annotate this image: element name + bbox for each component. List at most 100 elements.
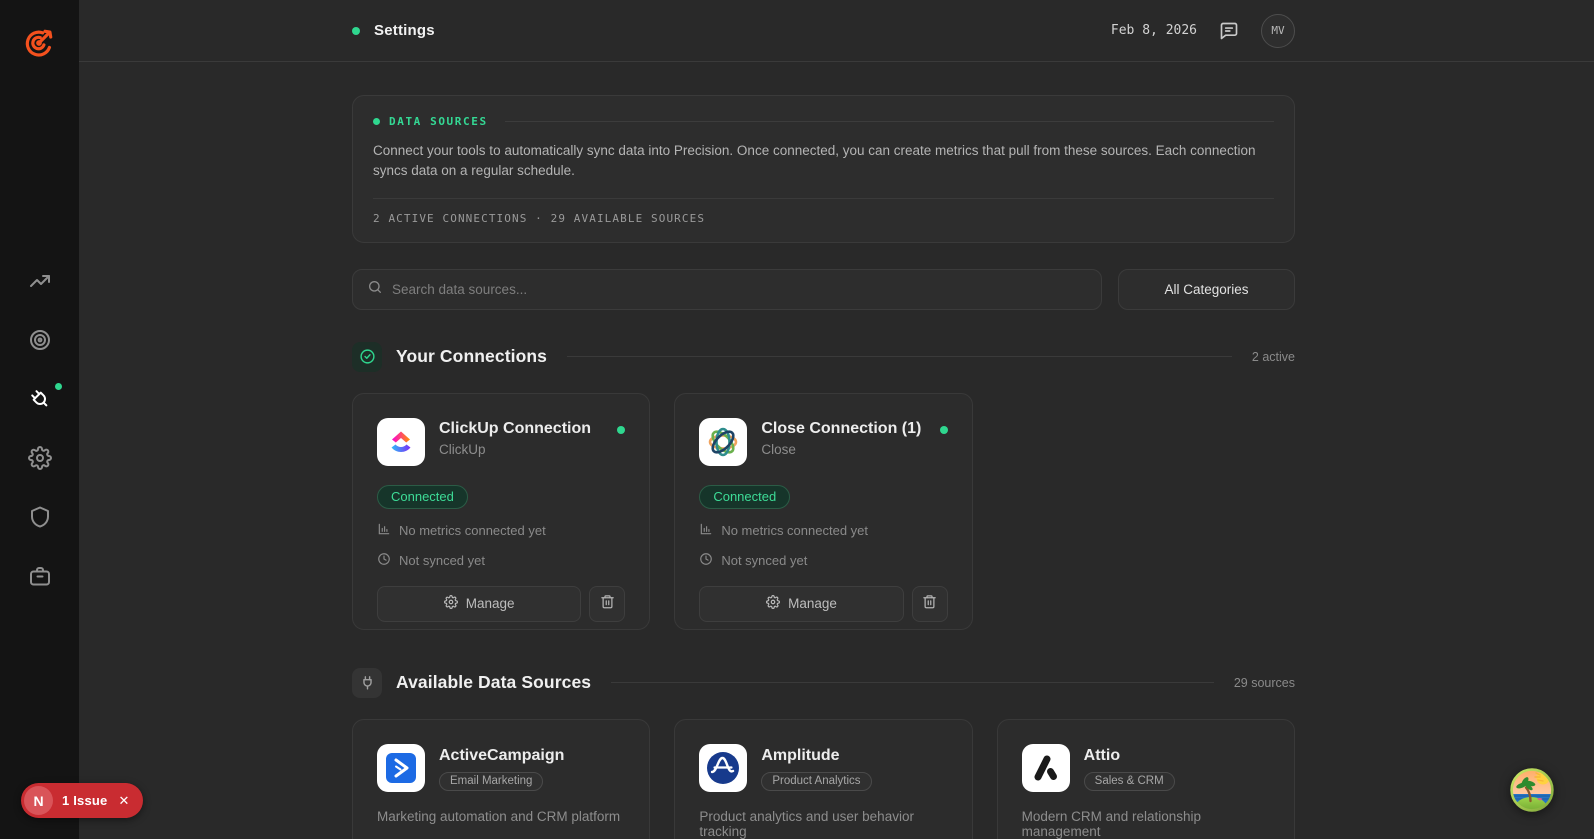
metrics-text: No metrics connected yet (399, 522, 546, 538)
category-filter-button[interactable]: All Categories (1118, 268, 1295, 310)
dev-issues-badge[interactable]: N 1 Issue ✕ (21, 783, 144, 818)
category-badge: Product Analytics (761, 771, 872, 791)
plug-icon (352, 667, 382, 698)
manage-button[interactable]: Manage (377, 585, 582, 622)
activecampaign-logo-icon (377, 743, 425, 792)
comment-icon[interactable] (1219, 21, 1239, 41)
section-title: Your Connections (396, 346, 547, 366)
panel-status-dot (373, 118, 380, 125)
divider (373, 197, 1274, 199)
island-widget-button[interactable] (1510, 768, 1554, 812)
close-crm-logo-icon (699, 417, 748, 466)
connection-name: ClickUp Connection (439, 419, 592, 437)
target-icon (28, 330, 52, 356)
sync-row: Not synced yet (377, 552, 625, 569)
source-description: Marketing automation and CRM platform (377, 808, 621, 824)
clock-icon (377, 552, 391, 569)
page-status-dot (352, 26, 360, 35)
nextjs-logo-icon: N (24, 786, 53, 815)
source-description: Product analytics and user behavior trac… (699, 808, 914, 839)
empty-grid-cell (997, 393, 1295, 630)
source-name: Amplitude (761, 746, 840, 764)
briefcase-icon (28, 567, 52, 592)
manage-label: Manage (788, 596, 837, 611)
sidebar-item-security[interactable] (28, 505, 52, 529)
source-name: ActiveCampaign (439, 746, 565, 764)
sidebar (0, 0, 79, 839)
trash-icon (922, 594, 937, 614)
trash-icon (600, 594, 615, 614)
page-title: Settings (374, 22, 435, 39)
sidebar-nav (0, 269, 79, 588)
source-card-attio[interactable]: Attio Sales & CRM Modern CRM and relatio… (996, 718, 1295, 839)
active-status-dot (54, 383, 62, 390)
sync-text: Not synced yet (721, 552, 808, 568)
sidebar-item-trending[interactable] (28, 269, 52, 293)
close-icon[interactable]: ✕ (119, 793, 130, 809)
manage-label: Manage (465, 596, 515, 611)
app-logo-target-dart-icon[interactable] (20, 24, 58, 62)
search-icon (367, 279, 383, 300)
metrics-row: No metrics connected yet (699, 522, 947, 539)
avatar[interactable]: MV (1261, 13, 1295, 48)
issue-count-label: 1 Issue (62, 793, 108, 808)
connected-status-dot (939, 425, 948, 434)
main-content: DATA SOURCES Connect your tools to autom… (79, 62, 1594, 839)
available-sources-header: Available Data Sources 29 sources (352, 667, 1295, 698)
category-badge: Sales & CRM (1083, 771, 1175, 791)
bar-chart-icon (377, 522, 391, 539)
panel-stats: 2 ACTIVE CONNECTIONS · 29 AVAILABLE SOUR… (373, 211, 706, 225)
sidebar-item-workspace[interactable] (28, 564, 52, 588)
trending-up-icon (28, 275, 52, 297)
search-row: All Categories (352, 268, 1295, 310)
connection-card-clickup: ClickUp Connection ClickUp Connected No … (352, 392, 651, 630)
manage-button[interactable]: Manage (699, 585, 904, 622)
amplitude-logo-icon (699, 743, 748, 792)
clock-icon (699, 552, 713, 569)
available-sources-grid: ActiveCampaign Email Marketing Marketing… (352, 718, 1295, 839)
sources-count: 29 sources (1233, 675, 1295, 690)
desert-island-icon (1510, 768, 1554, 812)
section-title: Available Data Sources (396, 672, 592, 692)
source-description: Modern CRM and relationship management (1021, 808, 1201, 839)
connection-card-close: Close Connection (1) Close Connected No … (674, 392, 973, 630)
metrics-row: No metrics connected yet (377, 522, 625, 539)
delete-connection-button[interactable] (589, 585, 626, 622)
data-sources-panel: DATA SOURCES Connect your tools to autom… (352, 95, 1295, 243)
source-card-amplitude[interactable]: Amplitude Product Analytics Product anal… (674, 718, 973, 839)
connection-name: Close Connection (1) (761, 419, 922, 437)
plug-icon (28, 390, 52, 415)
divider (504, 121, 1274, 122)
header-date: Feb 8, 2026 (1110, 23, 1197, 38)
search-input[interactable] (392, 281, 1087, 297)
connections-count: 2 active (1251, 349, 1295, 364)
status-badge: Connected (699, 484, 791, 509)
metrics-text: No metrics connected yet (721, 522, 869, 538)
divider (611, 682, 1214, 683)
sync-row: Not synced yet (699, 552, 947, 569)
attio-logo-icon (1021, 743, 1070, 792)
gear-icon (766, 595, 781, 612)
top-header: Settings Feb 8, 2026 MV (79, 0, 1594, 62)
check-circle-icon (352, 341, 382, 372)
search-box[interactable] (352, 268, 1102, 310)
shield-icon (28, 506, 52, 533)
sidebar-item-connections[interactable] (28, 383, 62, 411)
status-badge: Connected (377, 484, 468, 509)
sidebar-item-targets[interactable] (28, 328, 52, 352)
category-badge: Email Marketing (439, 771, 544, 791)
delete-connection-button[interactable] (911, 585, 948, 622)
connections-grid: ClickUp Connection ClickUp Connected No … (352, 392, 1295, 630)
source-card-activecampaign[interactable]: ActiveCampaign Email Marketing Marketing… (352, 718, 651, 839)
gear-icon (443, 595, 458, 612)
panel-description: Connect your tools to automatically sync… (373, 143, 1256, 179)
connection-source: Close (761, 441, 796, 457)
gear-icon (27, 446, 52, 474)
connected-status-dot (617, 425, 626, 434)
sidebar-item-settings[interactable] (27, 446, 52, 470)
bar-chart-icon (699, 522, 713, 539)
your-connections-header: Your Connections 2 active (352, 341, 1295, 372)
sync-text: Not synced yet (399, 552, 485, 568)
divider (567, 356, 1232, 357)
connection-source: ClickUp (439, 441, 486, 457)
